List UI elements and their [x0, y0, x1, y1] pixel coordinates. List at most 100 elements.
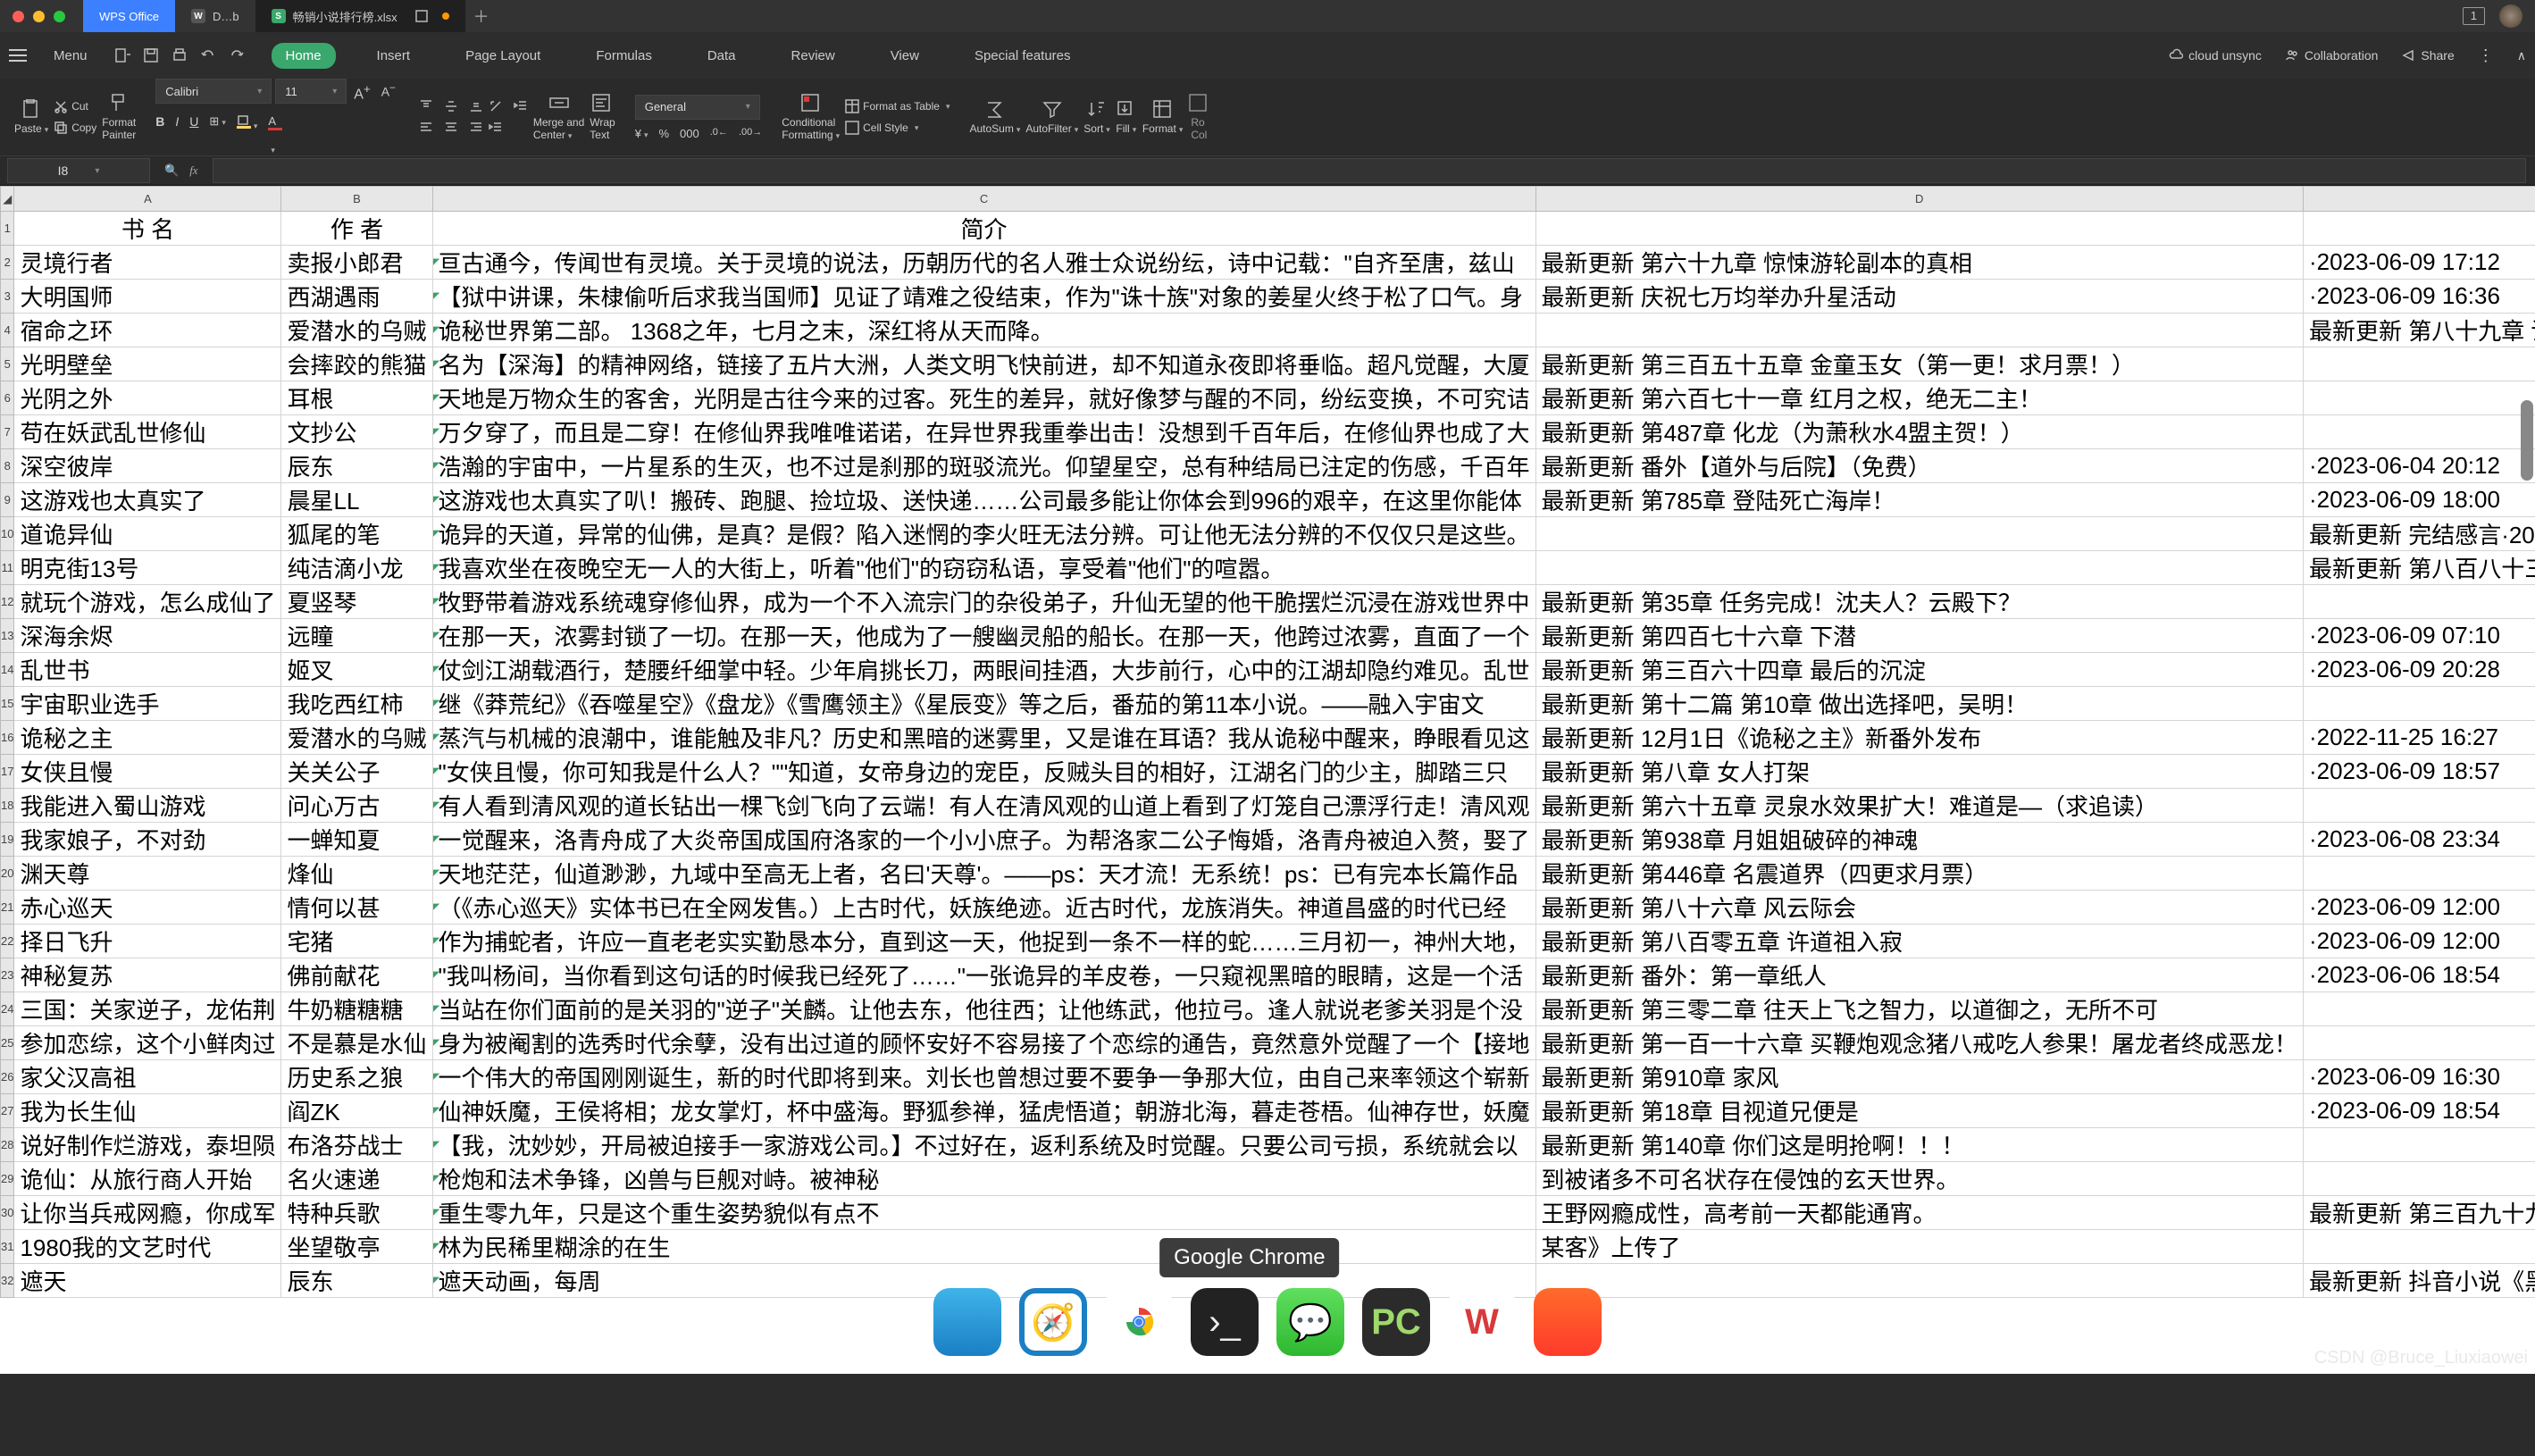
row-header-28[interactable]: 28: [1, 1128, 14, 1162]
cell-B2[interactable]: 卖报小郎君: [281, 246, 432, 280]
save-icon[interactable]: [143, 47, 159, 63]
cell-D19[interactable]: 最新更新 第938章 月姐姐破碎的神魂: [1535, 823, 2303, 857]
cell-C19[interactable]: 一觉醒来，洛青舟成了大炎帝国成国府洛家的一个小小庶子。为帮洛家二公子悔婚，洛青舟…: [432, 823, 1535, 857]
cell-B3[interactable]: 西湖遇雨: [281, 280, 432, 314]
borders-button[interactable]: ⊞▾: [209, 114, 225, 155]
row-header-32[interactable]: 32: [1, 1264, 14, 1298]
cell-E15[interactable]: [2303, 687, 2535, 721]
cell-E19[interactable]: ·2023-06-08 23:34: [2303, 823, 2535, 857]
cell-A20[interactable]: 渊天尊: [14, 857, 281, 891]
window-controls[interactable]: [13, 11, 65, 22]
number-format-select[interactable]: General▾: [635, 95, 760, 120]
cell-B13[interactable]: 远瞳: [281, 619, 432, 653]
cell-A29[interactable]: 诡仙：从旅行商人开始: [14, 1162, 281, 1196]
cell-A31[interactable]: 1980我的文艺时代: [14, 1230, 281, 1264]
cell-E18[interactable]: [2303, 789, 2535, 823]
align-right-icon[interactable]: [469, 121, 483, 135]
name-box[interactable]: I8▾: [7, 158, 150, 183]
cell-A2[interactable]: 灵境行者: [14, 246, 281, 280]
cell-B27[interactable]: 阎ZK: [281, 1094, 432, 1128]
merge-center-button[interactable]: Merge and Center▾: [533, 93, 584, 141]
cut-button[interactable]: Cut: [54, 99, 96, 113]
cell-E5[interactable]: [2303, 347, 2535, 381]
increase-decimal-icon[interactable]: .00→: [739, 127, 762, 140]
cell-D27[interactable]: 最新更新 第18章 目视道兄便是: [1535, 1094, 2303, 1128]
new-tab-button[interactable]: ＋: [465, 0, 498, 32]
align-middle-icon[interactable]: [444, 99, 458, 113]
cell-A24[interactable]: 三国：关家逆子，龙佑荆: [14, 992, 281, 1026]
cell-C13[interactable]: 在那一天，浓雾封锁了一切。在那一天，他成为了一艘幽灵船的船长。在那一天，他跨过浓…: [432, 619, 1535, 653]
row-header-17[interactable]: 17: [1, 755, 14, 789]
cell-E10[interactable]: 最新更新 完结感言·2023-05-22 12:09: [2303, 517, 2535, 551]
cell-A23[interactable]: 神秘复苏: [14, 958, 281, 992]
increase-font-icon[interactable]: A+: [350, 79, 373, 106]
cell-A8[interactable]: 深空彼岸: [14, 449, 281, 483]
cell-C17[interactable]: "女侠且慢，你可知我是什么人？""知道，女帝身边的宠臣，反贼头目的相好，江湖名门…: [432, 755, 1535, 789]
cell-D11[interactable]: [1535, 551, 2303, 585]
cell-D21[interactable]: 最新更新 第八十六章 风云际会: [1535, 891, 2303, 925]
spreadsheet-grid[interactable]: ◢ABCDEFGHIJ1书 名作 者简介更新日期2灵境行者卖报小郎君亘古通今，传…: [0, 186, 2535, 1374]
row-header-19[interactable]: 19: [1, 823, 14, 857]
row-header-1[interactable]: 1: [1, 212, 14, 246]
cell-A12[interactable]: 就玩个游戏，怎么成仙了: [14, 585, 281, 619]
row-header-15[interactable]: 15: [1, 687, 14, 721]
tab-document[interactable]: W D…b: [175, 0, 255, 32]
cell-B29[interactable]: 名火速递: [281, 1162, 432, 1196]
cell-C28[interactable]: 【我，沈妙妙，开局被迫接手一家游戏公司。】不过好在，返利系统及时觉醒。只要公司亏…: [432, 1128, 1535, 1162]
cell-C26[interactable]: 一个伟大的帝国刚刚诞生，新的时代即将到来。刘长也曾想过要不要争一争那大位，由自己…: [432, 1060, 1535, 1094]
cell-B14[interactable]: 姬叉: [281, 653, 432, 687]
font-color-button[interactable]: A▾: [268, 114, 282, 155]
row-header-16[interactable]: 16: [1, 721, 14, 755]
menu-tab-review[interactable]: Review: [777, 43, 849, 69]
row-col-button[interactable]: Ro Col: [1188, 93, 1209, 141]
row-header-10[interactable]: 10: [1, 517, 14, 551]
align-left-icon[interactable]: [419, 121, 433, 135]
decrease-font-icon[interactable]: A−: [378, 79, 399, 106]
orientation-icon[interactable]: [489, 99, 503, 113]
menu-tab-insert[interactable]: Insert: [363, 43, 425, 69]
indent-increase-icon[interactable]: [489, 121, 503, 135]
cell-B28[interactable]: 布洛芬战士: [281, 1128, 432, 1162]
cell-C2[interactable]: 亘古通今，传闻世有灵境。关于灵境的说法，历朝历代的名人雅士众说纷纭，诗中记载："…: [432, 246, 1535, 280]
format-as-table-button[interactable]: Format as Table▾: [845, 99, 950, 113]
expand-button[interactable]: ∧: [2517, 48, 2526, 63]
vertical-scrollbar[interactable]: [2521, 400, 2533, 481]
row-header-26[interactable]: 26: [1, 1060, 14, 1094]
cell-C3[interactable]: 【狱中讲课，朱棣偷听后求我当国师】见证了靖难之役结束，作为"诛十族"对象的姜星火…: [432, 280, 1535, 314]
cell-D8[interactable]: 最新更新 番外【道外与后院】（免费）: [1535, 449, 2303, 483]
print-icon[interactable]: [172, 47, 188, 63]
cell-A4[interactable]: 宿命之环: [14, 314, 281, 347]
decrease-decimal-icon[interactable]: .0←: [710, 127, 728, 140]
cell-E9[interactable]: ·2023-06-09 18:00: [2303, 483, 2535, 517]
cell-A32[interactable]: 遮天: [14, 1264, 281, 1298]
autosum-button[interactable]: AutoSum▾: [969, 99, 1020, 135]
cell-A27[interactable]: 我为长生仙: [14, 1094, 281, 1128]
cell-A30[interactable]: 让你当兵戒网瘾，你成军: [14, 1196, 281, 1230]
cell-A3[interactable]: 大明国师: [14, 280, 281, 314]
comma-icon[interactable]: 000: [680, 127, 699, 140]
cell-A9[interactable]: 这游戏也太真实了: [14, 483, 281, 517]
more-options-button[interactable]: ⋮: [2478, 46, 2494, 65]
cell-D18[interactable]: 最新更新 第六十五章 灵泉水效果扩大！难道是—（求追读）: [1535, 789, 2303, 823]
cell-A15[interactable]: 宇宙职业选手: [14, 687, 281, 721]
cell-E7[interactable]: [2303, 415, 2535, 449]
cell-D14[interactable]: 最新更新 第三百六十四章 最后的沉淀: [1535, 653, 2303, 687]
cell-E28[interactable]: [2303, 1128, 2535, 1162]
cell-B10[interactable]: 狐尾的笔: [281, 517, 432, 551]
cell-B12[interactable]: 夏竖琴: [281, 585, 432, 619]
cell-C4[interactable]: 诡秘世界第二部。 1368之年，七月之末，深红将从天而降。: [432, 314, 1535, 347]
align-bottom-icon[interactable]: [469, 99, 483, 113]
menu-tab-special-features[interactable]: Special features: [960, 43, 1085, 69]
currency-icon[interactable]: ¥▾: [635, 127, 648, 140]
cell-B20[interactable]: 烽仙: [281, 857, 432, 891]
row-header-11[interactable]: 11: [1, 551, 14, 585]
cell-E32[interactable]: 最新更新 抖音小说《黑》上传了: [2303, 1264, 2535, 1298]
cell-E27[interactable]: ·2023-06-09 18:54: [2303, 1094, 2535, 1128]
menu-tab-page-layout[interactable]: Page Layout: [451, 43, 555, 69]
paste-button[interactable]: Paste▾: [14, 99, 48, 135]
cell-B18[interactable]: 问心万古: [281, 789, 432, 823]
row-header-27[interactable]: 27: [1, 1094, 14, 1128]
cell-C18[interactable]: 有人看到清风观的道长钻出一棵飞剑飞向了云端！有人在清风观的山道上看到了灯笼自己漂…: [432, 789, 1535, 823]
cell-C7[interactable]: 万夕穿了，而且是二穿！在修仙界我唯唯诺诺，在异世界我重拳出击！没想到千百年后，在…: [432, 415, 1535, 449]
cell-C16[interactable]: 蒸汽与机械的浪潮中，谁能触及非凡？历史和黑暗的迷雾里，又是谁在耳语？我从诡秘中醒…: [432, 721, 1535, 755]
